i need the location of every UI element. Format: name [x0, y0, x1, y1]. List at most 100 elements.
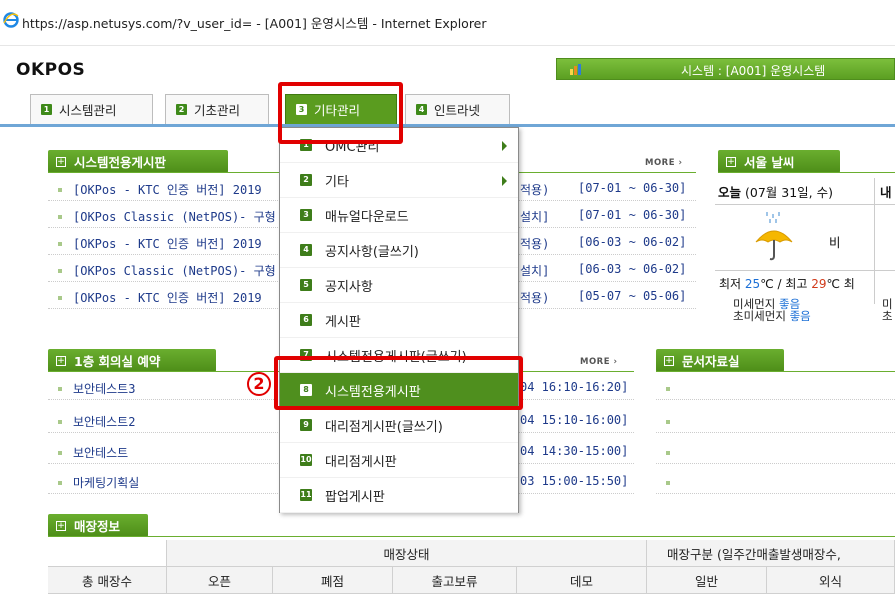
list-item-title: 보안테스트 [73, 446, 129, 460]
menu-item-notice-write[interactable]: 4 공지사항(글쓰기) [280, 233, 518, 268]
menu-item-label: 매뉴얼다운로드 [325, 209, 409, 225]
menu-item-label: OMC관리 [325, 139, 380, 155]
temp-low: 25 [744, 277, 761, 291]
temp-suffix: ℃ 최 [826, 277, 855, 291]
ultrafine-next-label: 초 [882, 309, 893, 323]
list-item-title: [OKPos - KTC 인증 버전] 2019 [73, 237, 262, 251]
meeting-more-link[interactable]: MORE › [580, 357, 618, 367]
table-column-header: 외식 [767, 567, 895, 594]
list-item-date: 03 15:00-15:50] [520, 474, 629, 488]
menu-item-label: 공지사항 [325, 279, 373, 295]
menu-item-manual-download[interactable]: 3 매뉴얼다운로드 [280, 198, 518, 233]
weather-divider [715, 270, 895, 271]
menu-number: 2 [300, 174, 312, 186]
weather-dust: 미세먼지 좋음 초미세먼지 좋음 [733, 298, 811, 322]
list-item-date: [06-03 ~ 06-02] [578, 262, 687, 276]
docs-underline [656, 371, 895, 372]
today-label: 오늘 [718, 185, 742, 200]
step-number-badge: 2 [247, 372, 271, 396]
rain-umbrella-icon [755, 212, 793, 261]
menu-item-label: 게시판 [325, 314, 361, 330]
menu-number: 11 [300, 489, 312, 501]
okpos-logo: OKPOS [16, 60, 86, 80]
expand-icon: + [56, 355, 66, 366]
list-item-date: [07-01 ~ 06-30] [578, 181, 687, 195]
tab-number: 1 [41, 104, 52, 115]
list-item-date: 04 14:30-15:00] [520, 444, 629, 458]
list-item-date: [06-03 ~ 06-02] [578, 235, 687, 249]
weather-today: 오늘 (07월 31일, 수) [718, 182, 833, 201]
list-item-tail: 적용) [520, 291, 550, 305]
store-title: 매장정보 [74, 519, 121, 534]
expand-icon: + [664, 355, 674, 366]
tab-other-management[interactable]: 3 기타관리 [285, 94, 397, 124]
weather-dust-next: 미 초 [882, 298, 893, 322]
table-column-header: 일반 [647, 567, 767, 594]
expand-icon: + [56, 520, 66, 531]
list-item-title: [OKPos - KTC 인증 버전] 2019 [73, 183, 262, 197]
menu-item-label: 시스템전용게시판(글쓰기) [325, 349, 467, 365]
bullet [58, 451, 62, 455]
window-title: https://asp.netusys.com/?v_user_id= - [A… [22, 16, 487, 31]
list-item-tail: 적용) [520, 183, 550, 197]
menu-item-other[interactable]: 2 기타 [280, 163, 518, 198]
board-title: 시스템전용게시판 [74, 155, 167, 170]
table-column-header: 오픈 [167, 567, 273, 594]
temp-high: 29 [811, 277, 827, 291]
bullet [666, 387, 670, 391]
system-label: 시스템 : [A001] 운영시스템 [681, 64, 826, 78]
table-group-header: 매장상태 [167, 540, 647, 567]
menu-item-label: 시스템전용게시판 [325, 384, 421, 400]
store-section-header: + 매장정보 [48, 514, 148, 537]
expand-icon: + [56, 156, 66, 167]
bullet [58, 188, 62, 192]
menu-number: 4 [300, 244, 312, 256]
menu-item-label: 기타 [325, 174, 349, 190]
tab-basic-management[interactable]: 2 기초관리 [165, 94, 269, 124]
bullet [666, 481, 670, 485]
table-header-empty [48, 540, 167, 567]
docs-list-item [656, 470, 895, 494]
menu-item-label: 팝업게시판 [325, 489, 385, 505]
list-item-tail: 설치] [520, 210, 550, 224]
list-item-tail: 설치] [520, 264, 550, 278]
tab-intranet[interactable]: 4 인트라넷 [405, 94, 510, 124]
tab-number: 3 [296, 104, 307, 115]
meeting-title: 1층 회의실 예약 [74, 354, 161, 369]
board-more-link[interactable]: MORE › [645, 158, 683, 168]
today-date: (07월 31일, 수) [741, 185, 833, 200]
menu-number: 5 [300, 279, 312, 291]
ultrafine-dust-label: 초미세먼지 [733, 309, 790, 323]
list-item-title: 보안테스트2 [73, 415, 136, 429]
bullet [58, 420, 62, 424]
menu-item-omc[interactable]: 1 OMC관리 [280, 128, 518, 163]
list-item-tail: 적용) [520, 237, 550, 251]
menu-item-agency-board[interactable]: 10 대리점게시판 [280, 443, 518, 478]
menu-item-label: 대리점게시판 [325, 454, 397, 470]
bullet [666, 451, 670, 455]
docs-list-item [656, 376, 895, 400]
bullet [58, 387, 62, 391]
menu-item-board[interactable]: 6 게시판 [280, 303, 518, 338]
tab-label: 시스템관리 [59, 103, 117, 118]
window-titlebar: https://asp.netusys.com/?v_user_id= - [A… [0, 0, 895, 46]
tab-system-management[interactable]: 1 시스템관리 [30, 94, 153, 124]
temp-mid: ℃ / 최고 [760, 277, 812, 291]
bullet [58, 296, 62, 300]
bullet [58, 215, 62, 219]
submenu-arrow-icon [502, 176, 507, 186]
menu-number: 8 [300, 384, 312, 396]
menu-number: 6 [300, 314, 312, 326]
menu-item-system-board[interactable]: 8 시스템전용게시판 [280, 373, 518, 408]
menu-item-agency-board-write[interactable]: 9 대리점게시판(글쓰기) [280, 408, 518, 443]
table-column-header: 출고보류 [393, 567, 517, 594]
weather-divider [874, 178, 875, 304]
menu-item-system-board-write[interactable]: 7 시스템전용게시판(글쓰기) [280, 338, 518, 373]
menu-item-notice[interactable]: 5 공지사항 [280, 268, 518, 303]
weather-divider [715, 204, 895, 205]
docs-section-header: + 문서자료실 [656, 349, 784, 372]
tab-number: 4 [416, 104, 427, 115]
menu-item-popup-board[interactable]: 11 팝업게시판 [280, 478, 518, 513]
submenu-arrow-icon [502, 141, 507, 151]
list-item-title: [OKPos - KTC 인증 버전] 2019 [73, 291, 262, 305]
